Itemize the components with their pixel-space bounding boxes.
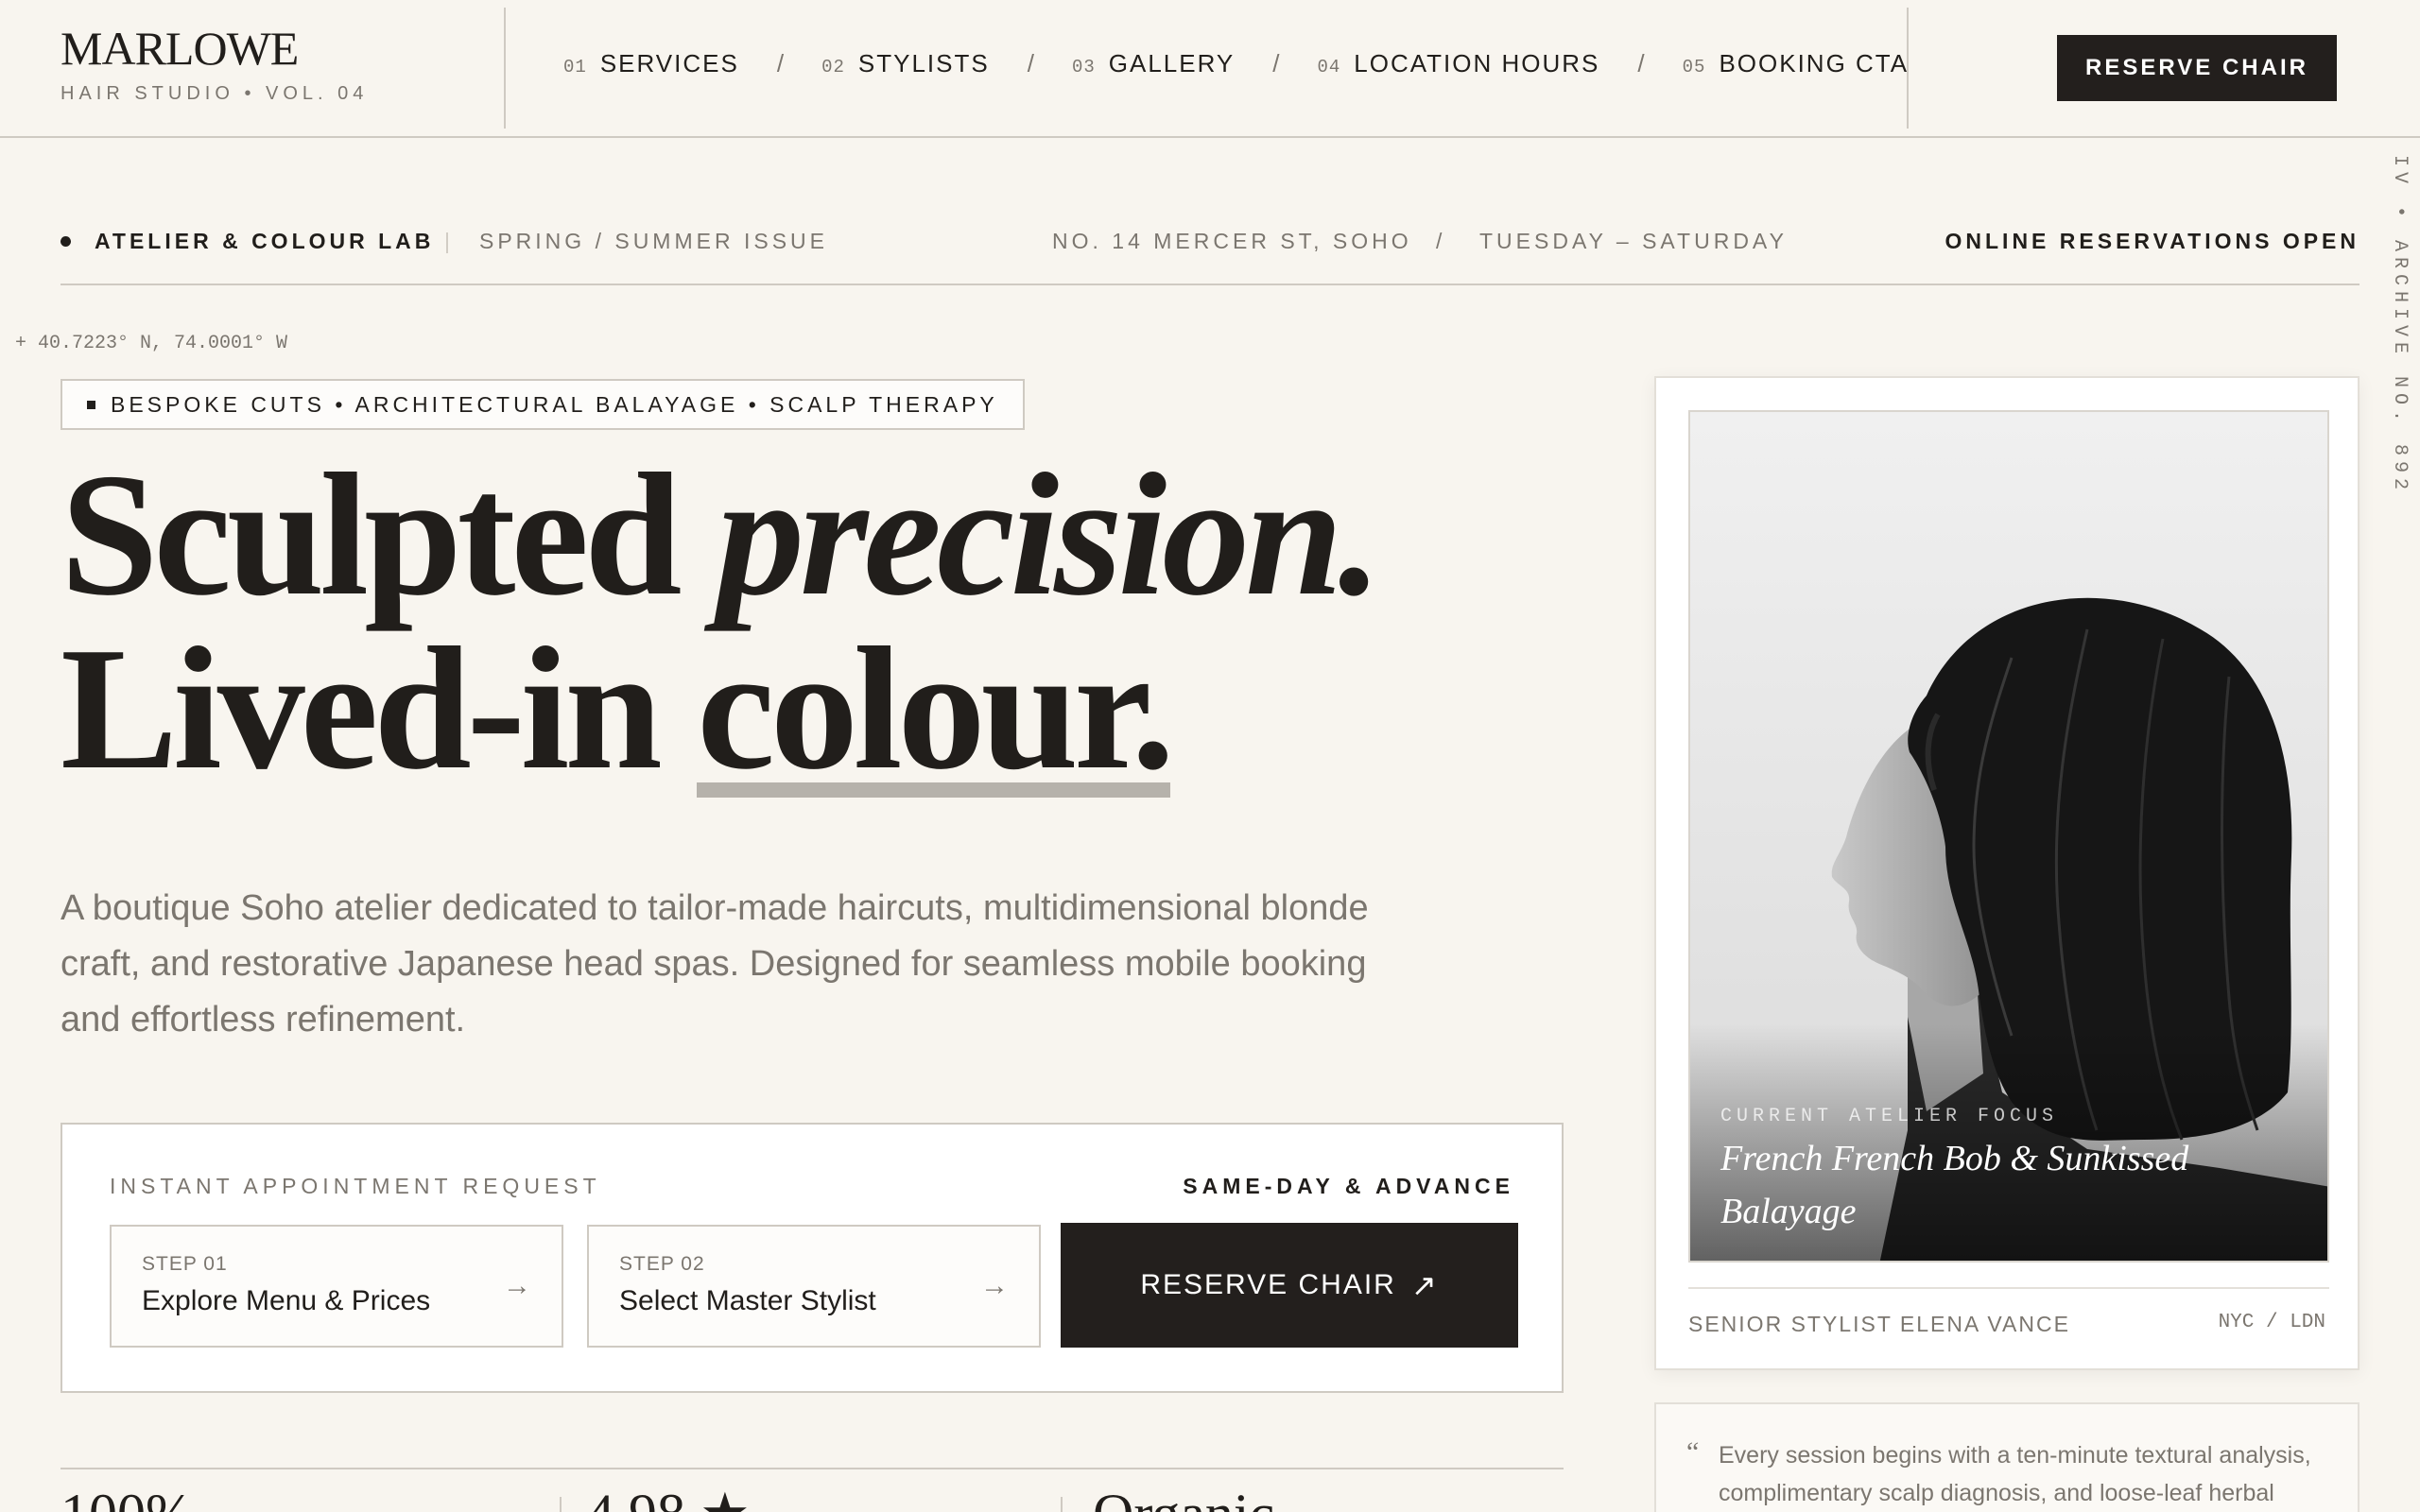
nav-link-number: 03 (1071, 57, 1096, 77)
nav-separator: / (1027, 49, 1034, 77)
arrow-right-icon: → (980, 1270, 1009, 1301)
stat-organic-percent: 100% (60, 1486, 193, 1512)
coordinates-label: + 40.7223° N, 74.0001° W (15, 333, 288, 354)
portrait-card: CURRENT ATELIER FOCUS French French Bob … (1654, 376, 2360, 1370)
atelier-label: ATELIER & COLOUR LAB (95, 229, 435, 253)
reserve-chair-button[interactable]: RESERVE CHAIR (2057, 35, 2337, 101)
quote-text: Every session begins with a ten-minute t… (1719, 1442, 2311, 1506)
nav-link-number: 01 (563, 57, 587, 77)
arrow-up-right-icon: ↗ (1410, 1268, 1439, 1302)
hero-description: A boutique Soho atelier dedicated to tai… (60, 888, 1369, 1040)
opening-days: TUESDAY – SATURDAY (1479, 229, 1788, 253)
top-nav: MARLOWE HAIR STUDIO • VOL. 04 01 SERVICE… (0, 0, 2420, 138)
nav-divider (504, 8, 506, 129)
headline-line1-b: precision. (717, 438, 1382, 632)
appointment-label: INSTANT APPOINTMENT REQUEST (110, 1174, 601, 1198)
step-title: Explore Menu & Prices (142, 1285, 431, 1316)
nav-link-label: LOCATION HOURS (1354, 49, 1600, 77)
strip-separator: / (1436, 229, 1446, 253)
nav-link-booking-cta[interactable]: 05 BOOKING CTA (1683, 49, 1909, 78)
nav-link-stylists[interactable]: 02 STYLISTS (821, 49, 990, 78)
stat-divider (1061, 1497, 1063, 1512)
nav-links: 01 SERVICES / 02 STYLISTS / 03 GALLERY /… (563, 49, 1909, 78)
focus-label: CURRENT ATELIER FOCUS (1720, 1106, 2059, 1127)
quote-mark-icon: “ (1686, 1436, 1700, 1468)
nav-link-location-hours[interactable]: 04 LOCATION HOURS (1317, 49, 1599, 78)
studio-cities: NYC / LDN (2218, 1312, 2325, 1333)
brand-subtitle: HAIR STUDIO • VOL. 04 (60, 83, 369, 104)
stylist-portrait-image: CURRENT ATELIER FOCUS French French Bob … (1688, 410, 2329, 1263)
quote-card: “ Every session begins with a ten-minute… (1654, 1402, 2360, 1512)
nav-link-number: 02 (821, 57, 845, 77)
nav-link-label: GALLERY (1108, 49, 1236, 77)
nav-divider (1907, 8, 1909, 129)
strip-divider: | (444, 229, 454, 253)
stat-rating: 4.98 ★ (586, 1486, 751, 1512)
appointment-card: INSTANT APPOINTMENT REQUEST SAME-DAY & A… (60, 1123, 1564, 1393)
nav-link-label: SERVICES (599, 49, 739, 77)
issue-label: SPRING / SUMMER ISSUE (479, 229, 828, 253)
nav-separator: / (1637, 49, 1645, 77)
nav-separator: / (1272, 49, 1280, 77)
headline-line2-b: colour. (697, 611, 1175, 806)
address-label: NO. 14 MERCER ST, SOHO (1052, 229, 1412, 253)
nav-link-services[interactable]: 01 SERVICES (563, 49, 739, 78)
stat-organic: Organic (1093, 1486, 1274, 1512)
services-pill-text: BESPOKE CUTS • ARCHITECTURAL BALAYAGE • … (111, 391, 998, 417)
nav-link-gallery[interactable]: 03 GALLERY (1072, 49, 1235, 78)
brand-name: MARLOWE (60, 22, 299, 75)
brand-logo[interactable]: MARLOWE HAIR STUDIO • VOL. 04 (60, 21, 368, 105)
headline-line1-a: Sculpted (60, 438, 717, 632)
arrow-right-icon: → (503, 1270, 531, 1301)
reservations-status: ONLINE RESERVATIONS OPEN (1945, 229, 2360, 253)
card-divider (1688, 1287, 2329, 1289)
info-strip: ATELIER & COLOUR LAB | SPRING / SUMMER I… (60, 223, 2360, 285)
reserve-chair-label: RESERVE CHAIR (1140, 1269, 1396, 1300)
stylist-name: SENIOR STYLIST ELENA VANCE (1688, 1312, 2070, 1336)
step-explore-menu[interactable]: STEP 01 Explore Menu & Prices → (110, 1225, 563, 1348)
stats-divider (60, 1468, 1564, 1469)
hero-headline: Sculpted precision. Lived-in colour. (60, 447, 1382, 806)
step-number: STEP 01 (142, 1253, 228, 1275)
focus-title: French French Bob & Sunkissed Balayage (1720, 1139, 2189, 1231)
nav-link-label: STYLISTS (857, 49, 990, 77)
step-title: Select Master Stylist (619, 1285, 876, 1316)
services-pill: BESPOKE CUTS • ARCHITECTURAL BALAYAGE • … (60, 379, 1025, 430)
step-select-stylist[interactable]: STEP 02 Select Master Stylist → (587, 1225, 1041, 1348)
nav-link-number: 04 (1317, 57, 1341, 77)
status-dot-icon (60, 236, 71, 247)
headline-line2-a: Lived-in (60, 611, 698, 806)
step-number: STEP 02 (619, 1253, 705, 1275)
nav-link-label: BOOKING CTA (1719, 49, 1910, 77)
appointment-availability: SAME-DAY & ADVANCE (1183, 1174, 1514, 1198)
nav-separator: / (776, 49, 785, 77)
archive-vertical-label: IV • ARCHIVE NO. 892 (2389, 155, 2411, 496)
square-bullet-icon (87, 400, 95, 409)
reserve-chair-cta[interactable]: RESERVE CHAIR ↗ (1061, 1223, 1518, 1348)
nav-link-number: 05 (1682, 57, 1706, 77)
stat-divider (560, 1497, 562, 1512)
